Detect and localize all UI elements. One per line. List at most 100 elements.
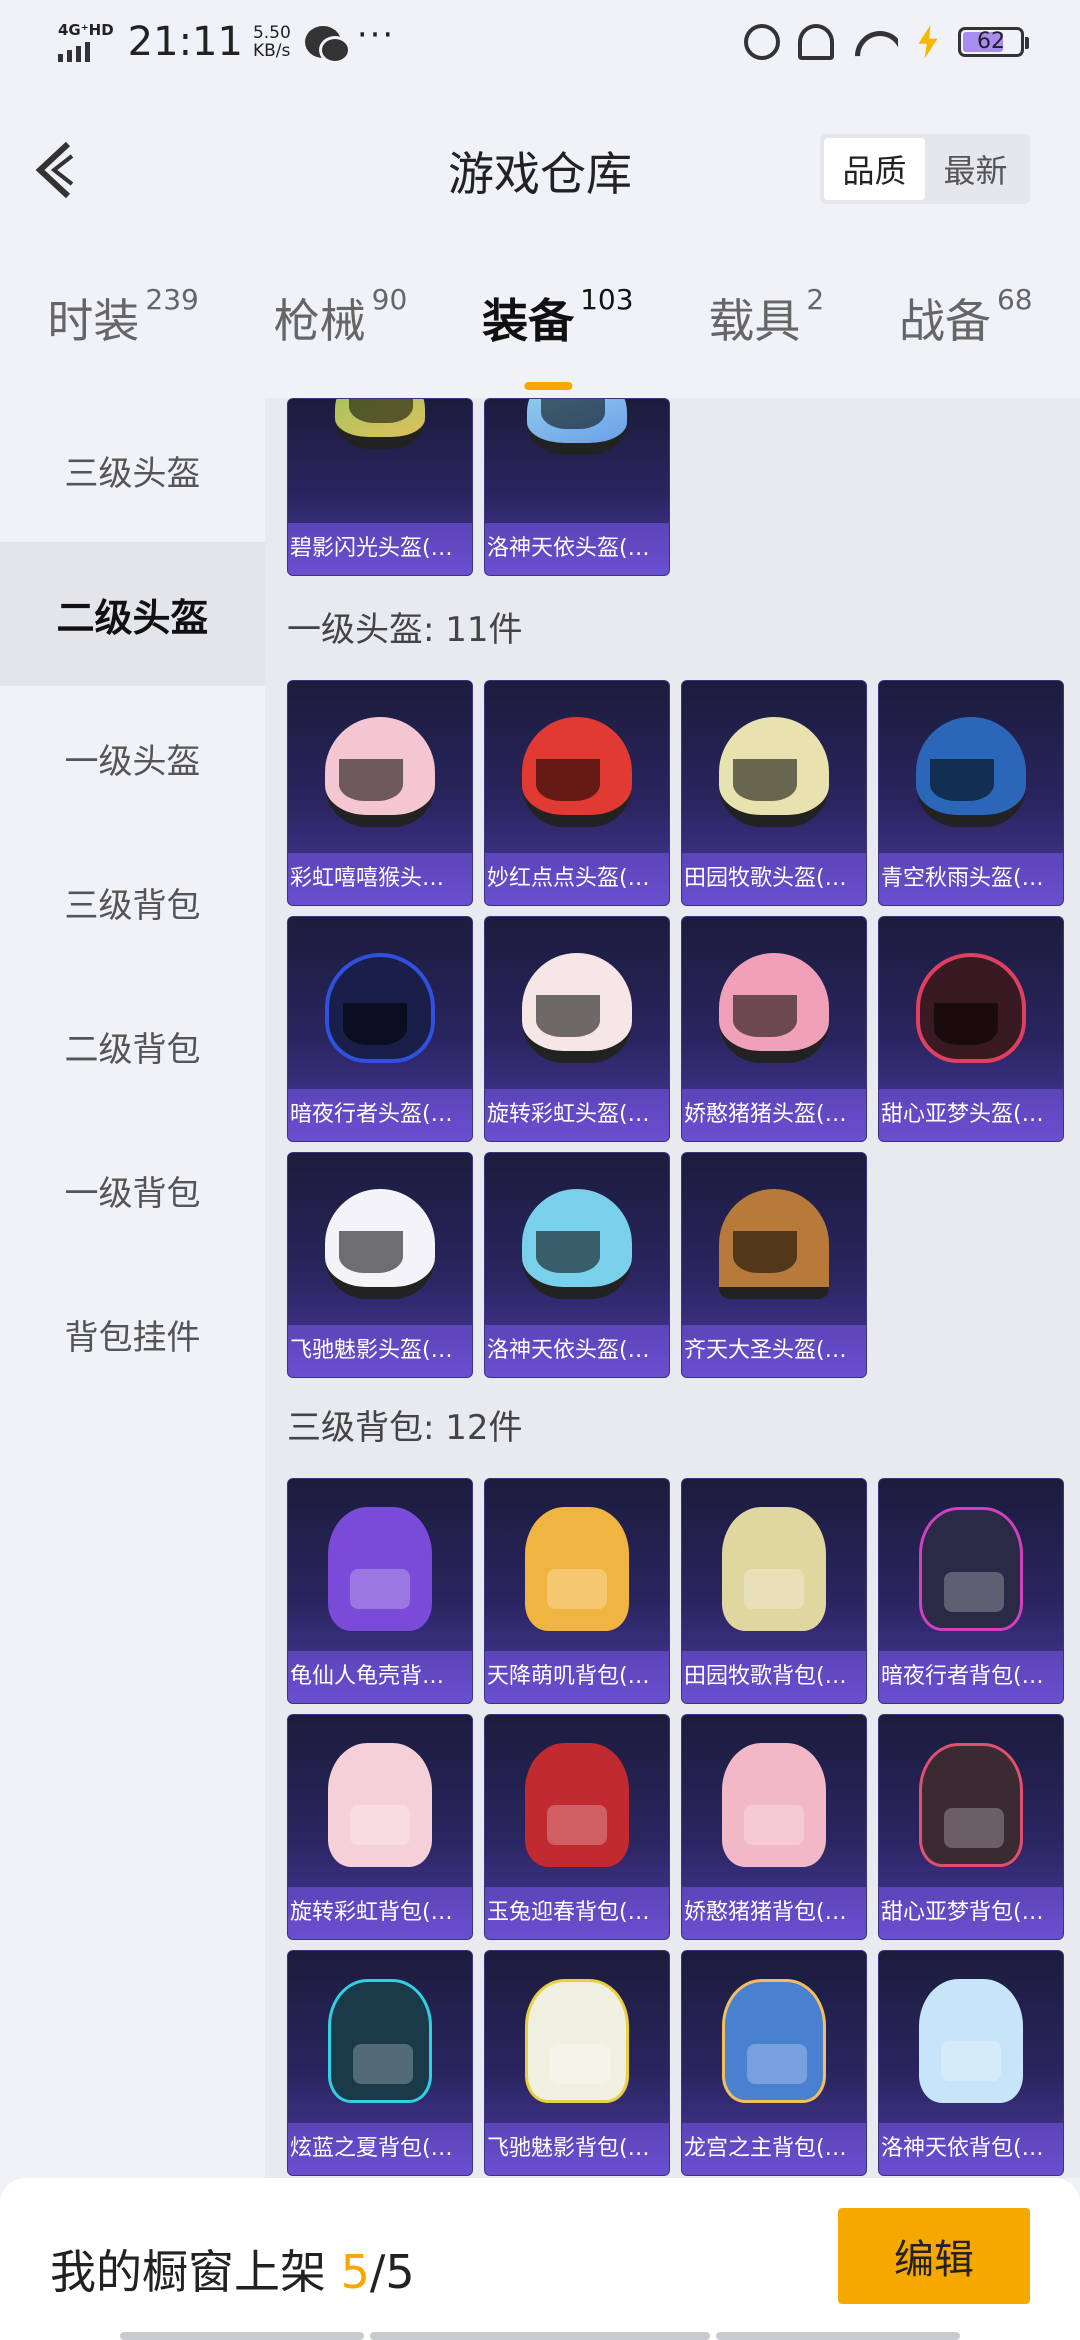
item-name: 洛神天依背包(… xyxy=(879,2123,1063,2175)
item-list[interactable]: 碧影闪光头盔(… 洛神天依头盔(… 一级头盔: 11件 彩虹嘻嘻猴头… 妙红点点… xyxy=(265,398,1080,2178)
signal-icon: 4G⁺HD xyxy=(58,22,114,62)
sidebar-item-level2-backpack[interactable]: 二级背包 xyxy=(0,974,265,1118)
item-name: 齐天大圣头盔(… xyxy=(682,1325,866,1377)
item-card[interactable]: 娇憨猪猪头盔(… xyxy=(681,916,867,1142)
item-name: 龙宫之主背包(… xyxy=(682,2123,866,2175)
item-name: 娇憨猪猪头盔(… xyxy=(682,1089,866,1141)
tab-label: 枪械 xyxy=(273,294,366,348)
item-card[interactable]: 炫蓝之夏背包(… xyxy=(287,1950,473,2176)
item-name: 妙红点点头盔(… xyxy=(485,853,669,905)
bottom-handle xyxy=(120,2332,364,2340)
tab-label: 战备 xyxy=(898,294,991,348)
backpack-image xyxy=(919,1507,1023,1631)
item-card[interactable]: 洛神天依头盔(… xyxy=(484,398,670,576)
showcase-total: /5 xyxy=(369,2245,415,2299)
backpack-image xyxy=(525,1979,629,2103)
item-name: 炫蓝之夏背包(… xyxy=(288,2123,472,2175)
item-card[interactable]: 暗夜行者头盔(… xyxy=(287,916,473,1142)
category-tabs: 时装 239 枪械 90 装备 103 载具 2 战备 68 xyxy=(0,283,1080,390)
backpack-image xyxy=(328,1743,432,1867)
tab-count: 90 xyxy=(371,283,408,316)
backpack-image xyxy=(919,1743,1023,1867)
sort-toggle: 品质 最新 xyxy=(820,134,1030,204)
item-card[interactable]: 天降萌叽背包(… xyxy=(484,1478,670,1704)
showcase-bar: 我的橱窗上架 5/5 编辑 xyxy=(0,2178,1080,2340)
item-card[interactable]: 甜心亚梦背包(… xyxy=(878,1714,1064,1940)
helmet-image xyxy=(527,399,627,455)
helmet-image xyxy=(522,1189,632,1299)
item-card[interactable]: 暗夜行者背包(… xyxy=(878,1478,1064,1704)
item-card[interactable]: 彩虹嘻嘻猴头… xyxy=(287,680,473,906)
sidebar-item-level2-helmet[interactable]: 二级头盔 xyxy=(0,542,265,686)
bottom-handle xyxy=(370,2332,710,2340)
alarm-icon xyxy=(744,24,780,60)
backpack-image xyxy=(328,1979,432,2103)
item-name: 旋转彩虹头盔(… xyxy=(485,1089,669,1141)
bottom-handle xyxy=(716,2332,960,2340)
wechat-icon xyxy=(304,26,351,64)
item-card[interactable]: 洛神天依背包(… xyxy=(878,1950,1064,2176)
tab-label: 载具 xyxy=(708,294,801,348)
item-name: 田园牧歌背包(… xyxy=(682,1651,866,1703)
speed-value: 5.50 xyxy=(252,23,291,43)
item-card[interactable]: 旋转彩虹背包(… xyxy=(287,1714,473,1940)
item-card[interactable]: 甜心亚梦头盔(… xyxy=(878,916,1064,1142)
item-name: 玉兔迎春背包(… xyxy=(485,1887,669,1939)
backpack-grid: 龟仙人龟壳背… 天降萌叽背包(… 田园牧歌背包(… 暗夜行者背包(… 旋转彩虹背… xyxy=(287,1478,1067,2176)
item-card[interactable]: 龟仙人龟壳背… xyxy=(287,1478,473,1704)
sidebar-item-level1-backpack[interactable]: 一级背包 xyxy=(0,1118,265,1262)
tab-vehicles[interactable]: 载具 2 xyxy=(708,283,824,385)
item-card[interactable]: 玉兔迎春背包(… xyxy=(484,1714,670,1940)
item-name: 甜心亚梦头盔(… xyxy=(879,1089,1063,1141)
item-card[interactable]: 青空秋雨头盔(… xyxy=(878,680,1064,906)
item-card[interactable]: 旋转彩虹头盔(… xyxy=(484,916,670,1142)
tab-count: 68 xyxy=(996,283,1033,316)
item-card[interactable]: 田园牧歌背包(… xyxy=(681,1478,867,1704)
item-card[interactable]: 龙宫之主背包(… xyxy=(681,1950,867,2176)
sort-quality-button[interactable]: 品质 xyxy=(824,138,925,200)
sidebar-item-backpack-pendant[interactable]: 背包挂件 xyxy=(0,1262,265,1406)
item-card[interactable]: 田园牧歌头盔(… xyxy=(681,680,867,906)
helmet-image xyxy=(325,717,435,827)
tab-battle-gear[interactable]: 战备 68 xyxy=(898,283,1033,385)
item-card[interactable]: 妙红点点头盔(… xyxy=(484,680,670,906)
sidebar-item-level3-helmet[interactable]: 三级头盔 xyxy=(0,398,265,542)
item-name: 洛神天依头盔(… xyxy=(485,1325,669,1377)
item-card[interactable]: 碧影闪光头盔(… xyxy=(287,398,473,576)
section-title: 三级背包: 12件 xyxy=(287,1408,523,1448)
backpack-image xyxy=(525,1743,629,1867)
tab-label: 时装 xyxy=(47,294,140,348)
item-name: 飞驰魅影头盔(… xyxy=(288,1325,472,1377)
helmet-image xyxy=(522,717,632,827)
helmet-image xyxy=(719,717,829,827)
backpack-image xyxy=(722,1979,826,2103)
item-card[interactable]: 齐天大圣头盔(… xyxy=(681,1152,867,1378)
sort-newest-button[interactable]: 最新 xyxy=(925,138,1026,200)
tab-guns[interactable]: 枪械 90 xyxy=(273,283,408,385)
sidebar-item-level1-helmet[interactable]: 一级头盔 xyxy=(0,686,265,830)
speed-unit: KB/s xyxy=(252,41,291,61)
partial-row: 碧影闪光头盔(… 洛神天依头盔(… xyxy=(287,398,1067,580)
more-notifications-icon: ··· xyxy=(356,15,396,55)
item-card[interactable]: 飞驰魅影背包(… xyxy=(484,1950,670,2176)
sidebar-item-level3-backpack[interactable]: 三级背包 xyxy=(0,830,265,974)
battery-icon: 62 xyxy=(958,27,1029,57)
network-speed: 5.50 KB/s xyxy=(253,24,291,60)
item-card[interactable]: 飞驰魅影头盔(… xyxy=(287,1152,473,1378)
edit-button[interactable]: 编辑 xyxy=(838,2208,1030,2304)
wifi-icon xyxy=(852,25,898,59)
tab-fashion[interactable]: 时装 239 xyxy=(47,283,198,385)
item-card[interactable]: 娇憨猪猪背包(… xyxy=(681,1714,867,1940)
status-time: 21:11 xyxy=(127,19,243,65)
tab-equipment[interactable]: 装备 103 xyxy=(482,283,634,390)
item-name: 洛神天依头盔(… xyxy=(485,523,669,575)
sidebar: 三级头盔 二级头盔 一级头盔 三级背包 二级背包 一级背包 背包挂件 xyxy=(0,398,265,2178)
helmet-grid: 彩虹嘻嘻猴头… 妙红点点头盔(… 田园牧歌头盔(… 青空秋雨头盔(… 暗夜行者头… xyxy=(287,680,1067,1378)
item-name: 飞驰魅影背包(… xyxy=(485,2123,669,2175)
backpack-image xyxy=(722,1507,826,1631)
item-name: 青空秋雨头盔(… xyxy=(879,853,1063,905)
item-card[interactable]: 洛神天依头盔(… xyxy=(484,1152,670,1378)
backpack-image xyxy=(722,1743,826,1867)
header: 游戏仓库 品质 最新 xyxy=(0,110,1080,230)
showcase-count: 5 xyxy=(340,2245,370,2299)
